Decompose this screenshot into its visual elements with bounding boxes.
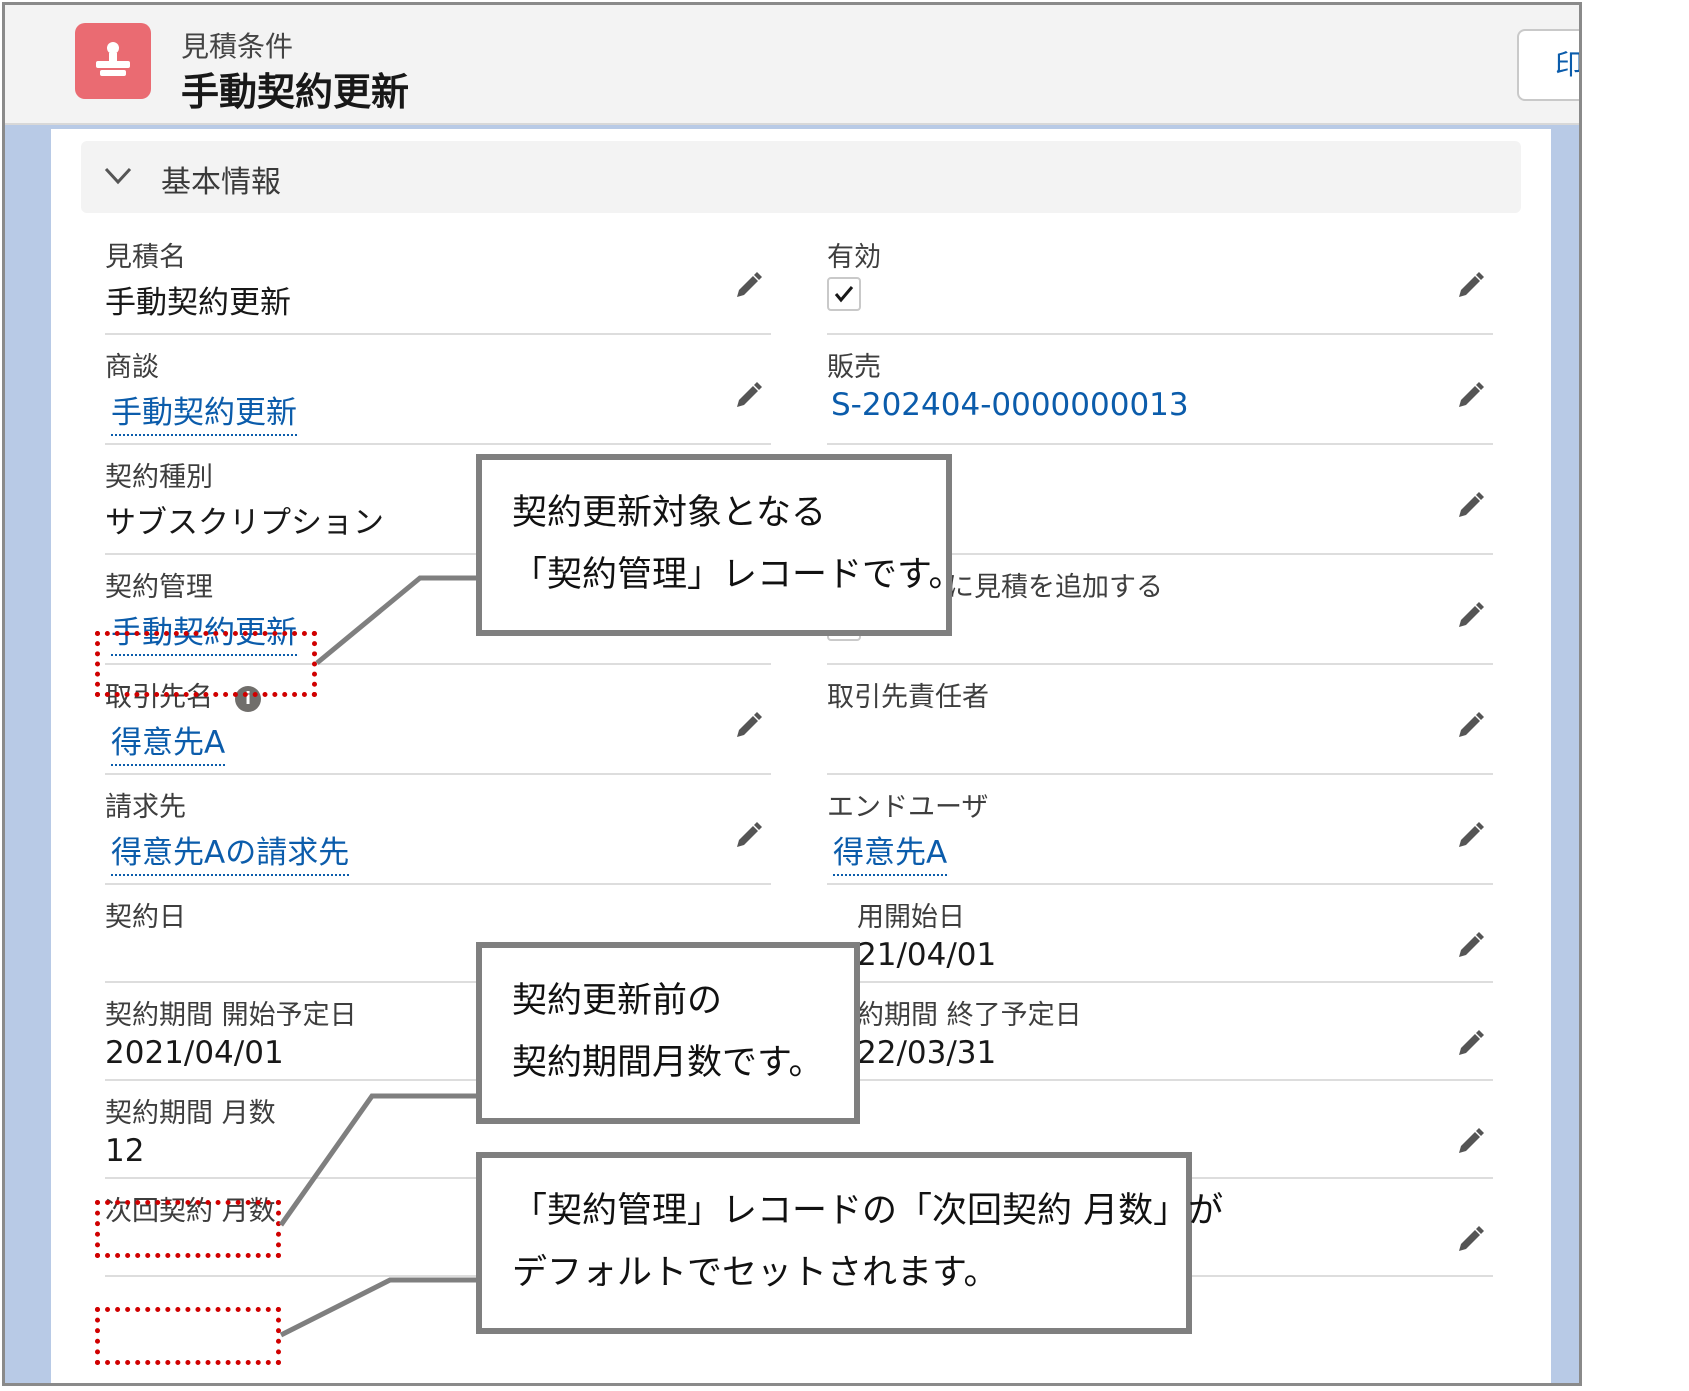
leader-line-1 (315, 575, 478, 665)
callout-line: 「契約管理」レコードです。 (512, 555, 964, 595)
callout-line: デフォルトでセットされます。 (512, 1253, 999, 1293)
leader-line-2 (278, 1093, 478, 1227)
callout-line: 契約期間月数です。 (512, 1043, 824, 1083)
callout-line: 契約更新前の (512, 981, 723, 1021)
callout-next-contract-months: 「契約管理」レコードの「次回契約 月数」が デフォルトでセットされます。 (476, 1152, 1224, 1334)
callout-contract-management: 契約更新対象となる 「契約管理」レコードです。 (476, 454, 964, 636)
callout-line: 契約更新対象となる (512, 493, 826, 533)
leader-line-3 (279, 1277, 478, 1338)
callout-contract-term-months: 契約更新前の 契約期間月数です。 (476, 942, 860, 1124)
callout-line: 「契約管理」レコードの「次回契約 月数」が (512, 1191, 1224, 1231)
